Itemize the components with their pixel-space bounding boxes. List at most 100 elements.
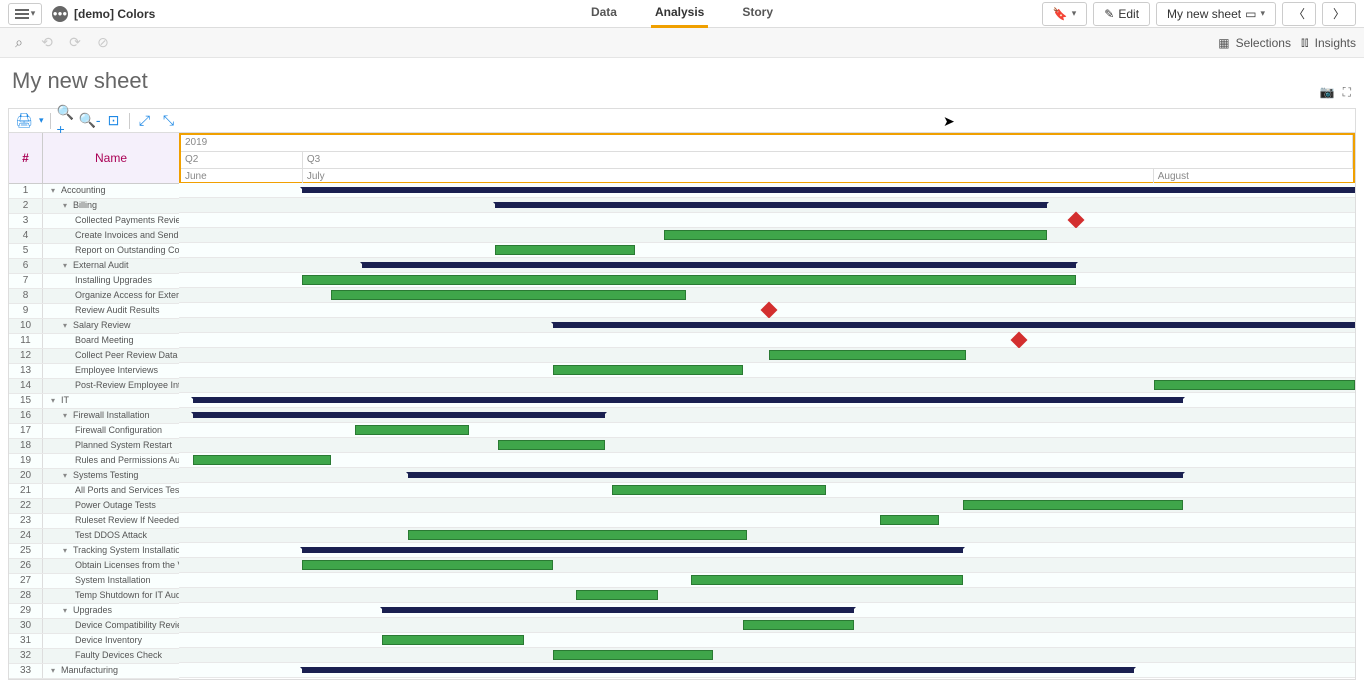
task-row[interactable]: 16▾Firewall Installation — [9, 409, 179, 424]
task-row[interactable]: 32Faulty Devices Check — [9, 649, 179, 664]
task-bar[interactable] — [576, 590, 657, 600]
task-row[interactable]: 31Device Inventory — [9, 634, 179, 649]
task-bar[interactable] — [743, 620, 854, 630]
task-bar[interactable] — [769, 350, 965, 360]
task-bar[interactable] — [691, 575, 964, 585]
expand-arrow-icon[interactable]: ▾ — [63, 606, 71, 615]
task-row[interactable]: 8Organize Access for External Auditors — [9, 289, 179, 304]
task-bar[interactable] — [408, 530, 747, 540]
task-row[interactable]: 25▾Tracking System Installation — [9, 544, 179, 559]
summary-bar[interactable] — [382, 607, 854, 613]
expand-arrow-icon[interactable]: ▾ — [51, 666, 59, 675]
snapshot-icon[interactable]: 📷 — [1320, 85, 1335, 100]
tab-story[interactable]: Story — [738, 0, 777, 28]
task-bar[interactable] — [553, 365, 744, 375]
task-row[interactable]: 30Device Compatibility Review — [9, 619, 179, 634]
expand-arrow-icon[interactable]: ▾ — [51, 396, 59, 405]
summary-bar[interactable] — [302, 187, 1355, 193]
task-bar[interactable] — [355, 425, 469, 435]
task-bar[interactable] — [331, 290, 686, 300]
tab-analysis[interactable]: Analysis — [651, 0, 708, 28]
task-row[interactable]: 22Power Outage Tests — [9, 499, 179, 514]
summary-bar[interactable] — [553, 322, 1355, 328]
task-row[interactable]: 15▾IT — [9, 394, 179, 409]
task-bar[interactable] — [553, 650, 713, 660]
task-row[interactable]: 33▾Manufacturing — [9, 664, 179, 679]
task-row[interactable]: 6▾External Audit — [9, 259, 179, 274]
task-bar[interactable] — [880, 515, 939, 525]
clear-all-icon[interactable]: ⊘ — [92, 32, 114, 54]
selections-button[interactable]: ▦Selections — [1218, 35, 1291, 50]
next-sheet-button[interactable]: 〉 — [1322, 2, 1356, 26]
print-icon[interactable]: 🖨 — [15, 112, 33, 130]
task-row[interactable]: 2▾Billing — [9, 199, 179, 214]
col-num-header[interactable]: # — [9, 133, 43, 183]
expand-arrow-icon[interactable]: ▾ — [63, 411, 71, 420]
milestone[interactable] — [1068, 212, 1085, 229]
task-row[interactable]: 9Review Audit Results — [9, 304, 179, 319]
timeline[interactable]: 2019 Q2 Q3 June July August — [179, 133, 1355, 679]
task-row[interactable]: 3Collected Payments Review — [9, 214, 179, 229]
summary-bar[interactable] — [362, 262, 1076, 268]
zoom-fit-icon[interactable]: ⊡ — [105, 112, 123, 130]
task-row[interactable]: 23Ruleset Review If Needed — [9, 514, 179, 529]
summary-bar[interactable] — [302, 667, 1133, 673]
task-row[interactable]: 21All Ports and Services Test — [9, 484, 179, 499]
step-fwd-icon[interactable]: ⟳ — [64, 32, 86, 54]
task-row[interactable]: 1▾Accounting — [9, 184, 179, 199]
collapse-icon[interactable]: ⤡ — [160, 112, 178, 130]
task-row[interactable]: 29▾Upgrades — [9, 604, 179, 619]
task-row[interactable]: 24Test DDOS Attack — [9, 529, 179, 544]
insights-button[interactable]: ⫾⫾Insights — [1301, 35, 1356, 50]
task-bar[interactable] — [302, 275, 1076, 285]
expand-arrow-icon[interactable]: ▾ — [63, 471, 71, 480]
expand-arrow-icon[interactable]: ▾ — [63, 261, 71, 270]
task-bar[interactable] — [664, 230, 1047, 240]
task-row[interactable]: 20▾Systems Testing — [9, 469, 179, 484]
task-bar[interactable] — [1154, 380, 1355, 390]
expand-arrow-icon[interactable]: ▾ — [51, 186, 59, 195]
step-back-icon[interactable]: ⟲ — [36, 32, 58, 54]
task-row[interactable]: 18Planned System Restart — [9, 439, 179, 454]
task-bar[interactable] — [193, 455, 331, 465]
summary-bar[interactable] — [193, 412, 605, 418]
task-bar[interactable] — [498, 440, 605, 450]
expand-arrow-icon[interactable]: ▾ — [63, 321, 71, 330]
summary-bar[interactable] — [302, 547, 963, 553]
task-row[interactable]: 27System Installation — [9, 574, 179, 589]
task-row[interactable]: 14Post-Review Employee Interviews — [9, 379, 179, 394]
edit-button[interactable]: ✎Edit — [1093, 2, 1150, 26]
task-bar[interactable] — [612, 485, 826, 495]
task-row[interactable]: 4Create Invoices and Send Invoices — [9, 229, 179, 244]
task-bar[interactable] — [495, 245, 635, 255]
bookmark-button[interactable]: 🔖▾ — [1042, 2, 1087, 26]
task-row[interactable]: 12Collect Peer Review Data — [9, 349, 179, 364]
task-bar[interactable] — [963, 500, 1183, 510]
task-row[interactable]: 7Installing Upgrades — [9, 274, 179, 289]
col-name-header[interactable]: Name — [43, 133, 179, 183]
task-row[interactable]: 11Board Meeting — [9, 334, 179, 349]
prev-sheet-button[interactable]: 〈 — [1282, 2, 1316, 26]
task-row[interactable]: 10▾Salary Review — [9, 319, 179, 334]
fullscreen-icon[interactable]: ⛶ — [1343, 85, 1351, 100]
task-row[interactable]: 19Rules and Permissions Audit — [9, 454, 179, 469]
summary-bar[interactable] — [408, 472, 1183, 478]
sheet-nav-button[interactable]: My new sheet ▭ ▾ — [1156, 2, 1276, 26]
task-row[interactable]: 13Employee Interviews — [9, 364, 179, 379]
task-row[interactable]: 28Temp Shutdown for IT Audit — [9, 589, 179, 604]
task-bar[interactable] — [302, 560, 552, 570]
expand-icon[interactable]: ⤢ — [136, 112, 154, 130]
zoom-out-icon[interactable]: 🔍- — [81, 112, 99, 130]
milestone[interactable] — [1010, 332, 1027, 349]
tab-data[interactable]: Data — [587, 0, 621, 28]
smart-search-icon[interactable]: ⌕ — [8, 32, 30, 54]
summary-bar[interactable] — [495, 202, 1047, 208]
task-row[interactable]: 17Firewall Configuration — [9, 424, 179, 439]
summary-bar[interactable] — [193, 397, 1183, 403]
task-row[interactable]: 26Obtain Licenses from the Vendor — [9, 559, 179, 574]
task-row[interactable]: 5Report on Outstanding Collections — [9, 244, 179, 259]
zoom-in-icon[interactable]: 🔍+ — [57, 112, 75, 130]
expand-arrow-icon[interactable]: ▾ — [63, 201, 71, 210]
expand-arrow-icon[interactable]: ▾ — [63, 546, 71, 555]
task-bar[interactable] — [382, 635, 523, 645]
